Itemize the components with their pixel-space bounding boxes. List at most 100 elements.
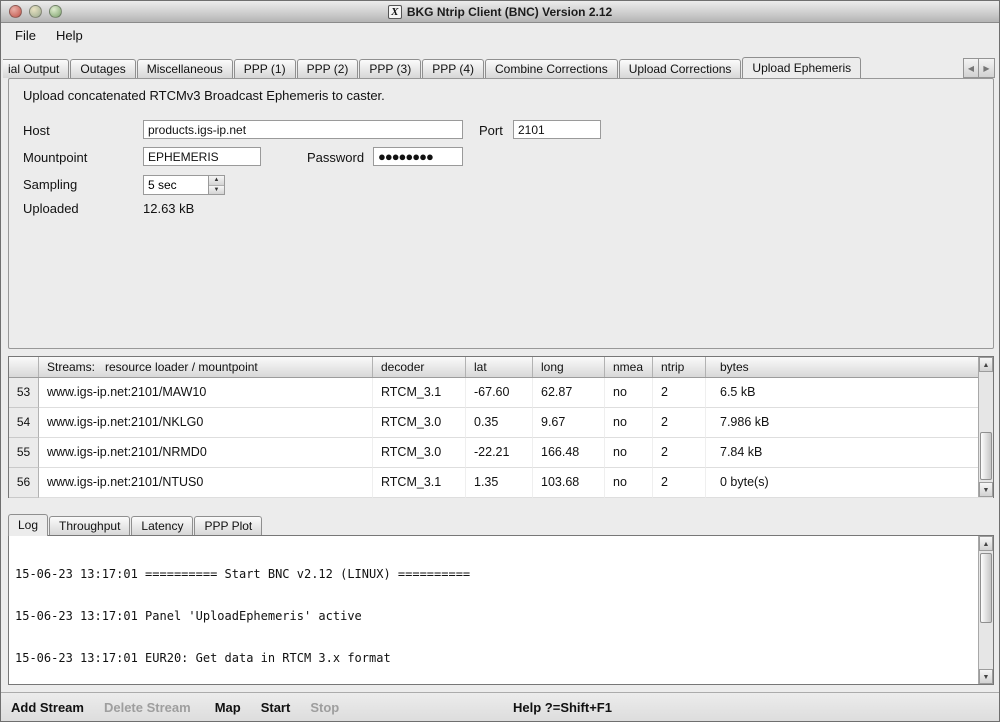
long-cell: 9.67 <box>533 408 605 438</box>
streams-table: Streams: resource loader / mountpoint de… <box>8 356 994 498</box>
decoder-cell: RTCM_3.0 <box>373 438 466 468</box>
host-input[interactable] <box>143 120 463 139</box>
menu-file[interactable]: File <box>7 26 44 45</box>
help-shortcut-label: Help ?=Shift+F1 <box>513 700 612 715</box>
log-view[interactable]: 15-06-23 13:17:01 ========== Start BNC v… <box>8 535 994 685</box>
table-row[interactable]: 56 www.igs-ip.net:2101/NTUS0 RTCM_3.1 1.… <box>9 468 993 498</box>
mountpoint-label: Mountpoint <box>23 150 87 165</box>
log-line: 15-06-23 13:17:01 ========== Start BNC v… <box>15 567 976 581</box>
spin-up-button[interactable]: ▲ <box>209 176 224 186</box>
scroll-down-icon[interactable]: ▼ <box>979 482 993 497</box>
col-header-ntrip[interactable]: ntrip <box>653 357 706 377</box>
config-tab-bar: ial Output Outages Miscellaneous PPP (1)… <box>3 57 961 78</box>
tab-ppp-1[interactable]: PPP (1) <box>234 59 296 78</box>
tab-ppp-plot[interactable]: PPP Plot <box>194 516 262 535</box>
map-button[interactable]: Map <box>209 696 247 719</box>
nmea-cell: no <box>605 378 653 408</box>
tab-upload-corrections[interactable]: Upload Corrections <box>619 59 742 78</box>
bytes-cell: 7.986 kB <box>706 408 993 438</box>
row-number: 56 <box>9 468 39 498</box>
col-header-lat[interactable]: lat <box>466 357 533 377</box>
tab-scroll-left-button[interactable]: ◀ <box>963 58 979 78</box>
stream-cell: www.igs-ip.net:2101/MAW10 <box>39 378 373 408</box>
action-bar: Add Stream Delete Stream Map Start Stop … <box>1 692 999 721</box>
tab-ppp-4[interactable]: PPP (4) <box>422 59 484 78</box>
tab-latency[interactable]: Latency <box>131 516 193 535</box>
tab-upload-ephemeris[interactable]: Upload Ephemeris <box>742 57 861 78</box>
tab-ppp-3[interactable]: PPP (3) <box>359 59 421 78</box>
decoder-cell: RTCM_3.0 <box>373 408 466 438</box>
ntrip-cell: 2 <box>653 378 706 408</box>
menu-help[interactable]: Help <box>48 26 91 45</box>
close-window-button[interactable] <box>9 5 22 18</box>
tab-scroll-right-button[interactable]: ▶ <box>979 58 995 78</box>
scroll-up-icon[interactable]: ▲ <box>979 357 993 372</box>
menubar: File Help <box>1 24 999 46</box>
sampling-spinbox[interactable]: 5 sec ▲ ▼ <box>143 175 225 195</box>
window-title-text: BKG Ntrip Client (BNC) Version 2.12 <box>407 5 612 19</box>
nmea-cell: no <box>605 438 653 468</box>
scroll-up-icon[interactable]: ▲ <box>979 536 993 551</box>
row-number: 55 <box>9 438 39 468</box>
long-cell: 103.68 <box>533 468 605 498</box>
lat-cell: 0.35 <box>466 408 533 438</box>
table-row[interactable]: 54 www.igs-ip.net:2101/NKLG0 RTCM_3.0 0.… <box>9 408 993 438</box>
password-input[interactable] <box>373 147 463 166</box>
ntrip-cell: 2 <box>653 438 706 468</box>
tab-ppp-2[interactable]: PPP (2) <box>297 59 359 78</box>
start-button[interactable]: Start <box>255 696 297 719</box>
nmea-cell: no <box>605 408 653 438</box>
bnc-window: X BKG Ntrip Client (BNC) Version 2.12 Fi… <box>0 0 1000 722</box>
col-header-nmea[interactable]: nmea <box>605 357 653 377</box>
port-input[interactable] <box>513 120 601 139</box>
uploaded-label: Uploaded <box>23 201 79 216</box>
col-header-decoder[interactable]: decoder <box>373 357 466 377</box>
stop-button: Stop <box>304 696 345 719</box>
add-stream-button[interactable]: Add Stream <box>5 696 90 719</box>
streams-scrollbar[interactable]: ▲ ▼ <box>978 357 993 497</box>
panel-description: Upload concatenated RTCMv3 Broadcast Eph… <box>23 88 385 103</box>
sampling-spin-buttons: ▲ ▼ <box>208 176 224 194</box>
zoom-window-button[interactable] <box>49 5 62 18</box>
log-scrollbar[interactable]: ▲ ▼ <box>978 536 993 684</box>
col-header-bytes[interactable]: bytes <box>706 357 993 377</box>
tab-scroll-buttons: ◀ ▶ <box>963 58 995 78</box>
log-tab-bar: Log Throughput Latency PPP Plot <box>8 514 263 535</box>
table-row[interactable]: 55 www.igs-ip.net:2101/NRMD0 RTCM_3.0 -2… <box>9 438 993 468</box>
uploaded-value: 12.63 kB <box>143 201 194 216</box>
tab-outages[interactable]: Outages <box>70 59 135 78</box>
nmea-cell: no <box>605 468 653 498</box>
log-text: 15-06-23 13:17:01 ========== Start BNC v… <box>15 539 976 684</box>
window-titlebar[interactable]: X BKG Ntrip Client (BNC) Version 2.12 <box>1 1 999 23</box>
mountpoint-input[interactable] <box>143 147 261 166</box>
col-header-streams[interactable]: Streams: resource loader / mountpoint <box>39 357 373 377</box>
stream-cell: www.igs-ip.net:2101/NKLG0 <box>39 408 373 438</box>
col-header-long[interactable]: long <box>533 357 605 377</box>
host-label: Host <box>23 123 50 138</box>
minimize-window-button[interactable] <box>29 5 42 18</box>
ntrip-cell: 2 <box>653 468 706 498</box>
tab-miscellaneous[interactable]: Miscellaneous <box>137 59 233 78</box>
log-line: 15-06-23 13:17:01 Panel 'UploadEphemeris… <box>15 609 976 623</box>
table-row[interactable]: 53 www.igs-ip.net:2101/MAW10 RTCM_3.1 -6… <box>9 378 993 408</box>
window-title: X BKG Ntrip Client (BNC) Version 2.12 <box>388 5 612 19</box>
bytes-cell: 7.84 kB <box>706 438 993 468</box>
tab-log[interactable]: Log <box>8 514 48 536</box>
scroll-thumb[interactable] <box>980 553 992 623</box>
window-controls <box>9 5 62 18</box>
decoder-cell: RTCM_3.1 <box>373 468 466 498</box>
tab-combine-corrections[interactable]: Combine Corrections <box>485 59 618 78</box>
row-number: 54 <box>9 408 39 438</box>
scroll-thumb[interactable] <box>980 432 992 480</box>
long-cell: 166.48 <box>533 438 605 468</box>
log-line: 15-06-23 13:17:01 EUR20: Get data in RTC… <box>15 651 976 665</box>
long-cell: 62.87 <box>533 378 605 408</box>
tab-throughput[interactable]: Throughput <box>49 516 130 535</box>
streams-table-header: Streams: resource loader / mountpoint de… <box>9 357 993 378</box>
tab-serial-output[interactable]: ial Output <box>3 59 69 78</box>
lat-cell: -67.60 <box>466 378 533 408</box>
spin-down-button[interactable]: ▼ <box>209 186 224 195</box>
stream-cell: www.igs-ip.net:2101/NRMD0 <box>39 438 373 468</box>
scroll-down-icon[interactable]: ▼ <box>979 669 993 684</box>
ntrip-cell: 2 <box>653 408 706 438</box>
